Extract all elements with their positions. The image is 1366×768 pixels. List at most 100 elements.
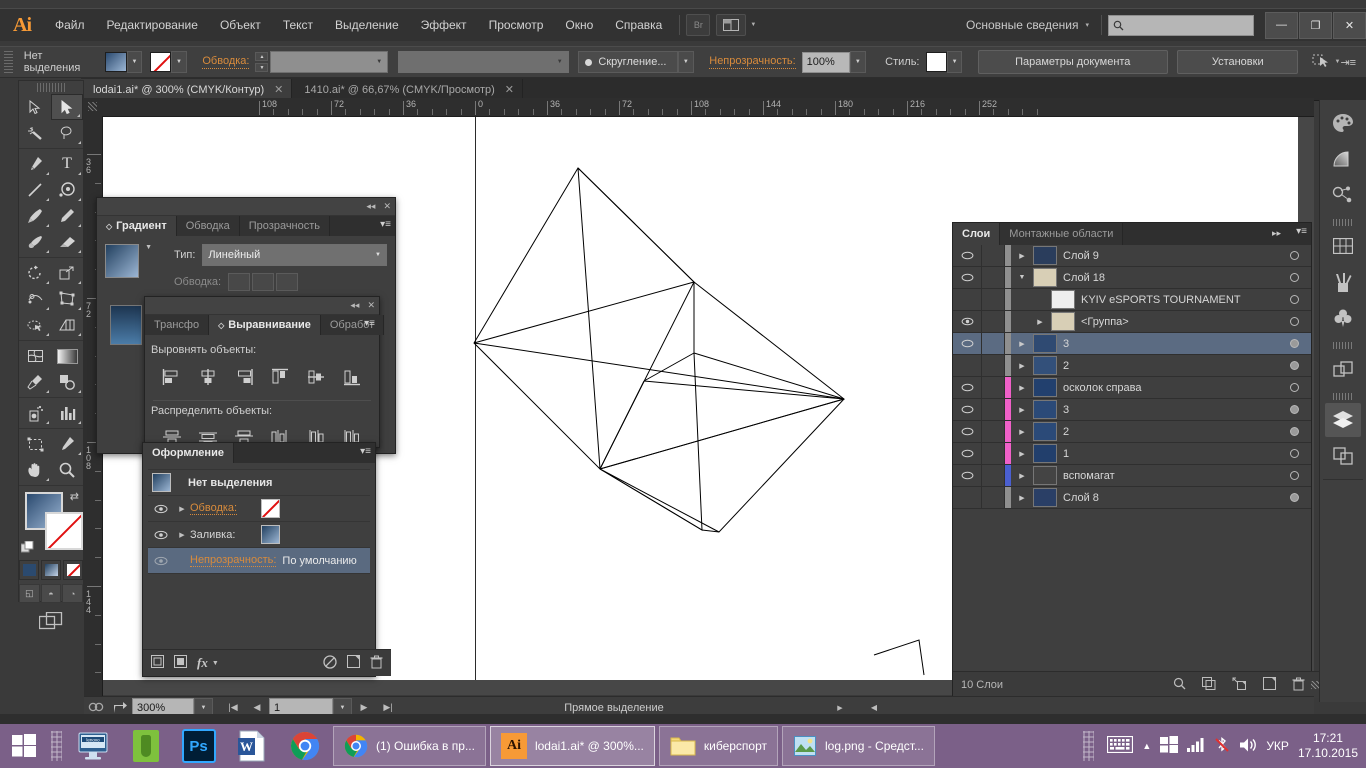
menu-item-edit[interactable]: Редактирование bbox=[96, 9, 209, 41]
ruler-origin-corner[interactable] bbox=[84, 98, 102, 116]
layer-name[interactable]: 2 bbox=[1063, 360, 1277, 372]
start-button[interactable] bbox=[0, 724, 47, 768]
layer-lock-toggle[interactable] bbox=[982, 333, 1005, 354]
illustrator-task-button[interactable]: Ai lodai1.ai* @ 300%... bbox=[489, 726, 655, 766]
delete-selection-icon[interactable] bbox=[1292, 677, 1305, 694]
resize-grip[interactable] bbox=[1311, 681, 1319, 689]
layer-visibility-icon[interactable] bbox=[953, 443, 982, 464]
layer-lock-toggle[interactable] bbox=[982, 443, 1005, 464]
mesh-tool[interactable] bbox=[19, 343, 51, 369]
layer-target-indicator[interactable] bbox=[1277, 355, 1311, 376]
eraser-tool[interactable] bbox=[51, 229, 83, 255]
workspace-caret-icon[interactable]: ▾ bbox=[1085, 21, 1089, 29]
close-icon[interactable]: ✕ bbox=[274, 83, 283, 96]
menu-item-file[interactable]: Файл bbox=[44, 9, 96, 41]
layer-name[interactable]: KYIV eSPORTS TOURNAMENT bbox=[1081, 294, 1277, 306]
perspective-grid-tool[interactable] bbox=[51, 312, 83, 338]
graphic-style-caret-icon[interactable]: ▼ bbox=[946, 51, 963, 73]
hand-tool[interactable] bbox=[19, 457, 51, 483]
layer-lock-toggle[interactable] bbox=[982, 289, 1005, 310]
clock[interactable]: 17:21 17.10.2015 bbox=[1298, 731, 1358, 761]
layer-row[interactable]: ▶ Слой 8 bbox=[953, 487, 1311, 509]
align-right-edge-button[interactable] bbox=[227, 364, 261, 390]
layer-visibility-icon[interactable] bbox=[953, 377, 982, 398]
layer-target-indicator[interactable] bbox=[1277, 333, 1311, 354]
gradient-across-stroke-icon[interactable] bbox=[276, 273, 299, 291]
fill-swatch[interactable] bbox=[105, 52, 127, 72]
layer-name[interactable]: 3 bbox=[1063, 404, 1277, 416]
layer-expand-triangle-icon[interactable]: ▶ bbox=[1011, 399, 1033, 420]
layer-name[interactable]: осколок справа bbox=[1063, 382, 1277, 394]
fx-caret-icon[interactable]: ▼ bbox=[212, 660, 219, 667]
tab-stroke[interactable]: Обводка bbox=[176, 216, 240, 236]
workspace-switcher-label[interactable]: Основные сведения bbox=[966, 18, 1078, 32]
fill-color-swatch[interactable] bbox=[261, 525, 281, 544]
layer-target-indicator[interactable] bbox=[1277, 399, 1311, 420]
add-new-effect-icon[interactable]: fx bbox=[197, 655, 208, 671]
tab-align[interactable]: ◇ Выравнивание bbox=[209, 315, 321, 335]
gradient-caret-icon[interactable]: ▼ bbox=[145, 244, 152, 251]
layer-target-indicator[interactable] bbox=[1277, 267, 1311, 288]
menu-item-view[interactable]: Просмотр bbox=[478, 9, 555, 41]
stroke-weight-dropdown[interactable]: ▼ bbox=[270, 51, 389, 73]
locate-object-icon[interactable] bbox=[1173, 677, 1186, 693]
visibility-icon[interactable] bbox=[148, 504, 174, 514]
tab-appearance[interactable]: Оформление bbox=[143, 443, 234, 463]
collapse-icon[interactable]: ◂◂ bbox=[366, 201, 375, 212]
chrome-icon[interactable] bbox=[278, 724, 331, 768]
swatches-icon[interactable] bbox=[1325, 229, 1361, 263]
layer-expand-triangle-icon[interactable] bbox=[1029, 289, 1051, 310]
layer-expand-triangle-icon[interactable]: ▶ bbox=[1011, 421, 1033, 442]
layer-row[interactable]: ▶ вспомагат bbox=[953, 465, 1311, 487]
layer-expand-triangle-icon[interactable]: ▼ bbox=[1011, 267, 1033, 288]
layer-expand-triangle-icon[interactable]: ▶ bbox=[1011, 443, 1033, 464]
bluetooth-off-icon[interactable] bbox=[1214, 736, 1230, 756]
eyedropper-tool[interactable] bbox=[19, 369, 51, 395]
bridge-icon[interactable]: Br bbox=[686, 14, 711, 36]
create-new-sublayer-icon[interactable] bbox=[1232, 677, 1247, 693]
layer-lock-toggle[interactable] bbox=[982, 465, 1005, 486]
layer-name[interactable]: Слой 18 bbox=[1063, 272, 1277, 284]
symbol-sprayer-tool[interactable] bbox=[19, 400, 51, 426]
stroke-weight-label[interactable]: Обводка: bbox=[202, 55, 250, 69]
color-button[interactable] bbox=[19, 560, 39, 580]
tab-transparency[interactable]: Прозрачность bbox=[239, 216, 331, 236]
layer-expand-triangle-icon[interactable]: ▶ bbox=[1011, 333, 1033, 354]
layer-name[interactable]: 3 bbox=[1063, 338, 1277, 350]
layer-lock-toggle[interactable] bbox=[982, 311, 1005, 332]
appearance-row-opacity[interactable]: Непрозрачность: По умолчанию bbox=[148, 548, 370, 574]
photo-viewer-task-button[interactable]: log.png - Средст... bbox=[782, 726, 935, 766]
tab-artboards[interactable]: Монтажные области bbox=[1000, 223, 1124, 245]
layer-name[interactable]: <Группа> bbox=[1081, 316, 1277, 328]
stroke-swatch-caret-icon[interactable]: ▼ bbox=[171, 51, 187, 73]
swap-fill-stroke-icon[interactable]: ⇄ bbox=[70, 490, 79, 503]
magic-wand-tool[interactable] bbox=[19, 120, 51, 146]
layer-expand-triangle-icon[interactable]: ▶ bbox=[1011, 465, 1033, 486]
column-graph-tool[interactable] bbox=[51, 400, 83, 426]
layer-visibility-icon[interactable] bbox=[953, 289, 982, 310]
layer-target-indicator[interactable] bbox=[1277, 245, 1311, 266]
layer-row[interactable]: ▶ 1 bbox=[953, 443, 1311, 465]
fill-attribute-label[interactable]: Заливка: bbox=[190, 529, 235, 541]
layer-target-indicator[interactable] bbox=[1277, 289, 1311, 310]
layer-row[interactable]: ▶ осколок справа bbox=[953, 377, 1311, 399]
keyboard-icon[interactable] bbox=[1107, 735, 1134, 756]
gradient-within-stroke-icon[interactable] bbox=[228, 273, 251, 291]
shape-builder-tool[interactable] bbox=[19, 312, 51, 338]
expand-triangle-icon[interactable]: ▶ bbox=[174, 505, 190, 513]
photoshop-icon[interactable]: Ps bbox=[172, 724, 225, 768]
layer-visibility-icon[interactable] bbox=[953, 333, 982, 354]
layer-name[interactable]: Слой 9 bbox=[1063, 250, 1277, 262]
tray-grip[interactable] bbox=[1083, 731, 1095, 761]
layer-visibility-icon[interactable] bbox=[953, 487, 982, 508]
panel-menu-icon[interactable]: ▾≡ bbox=[1296, 226, 1307, 237]
blob-brush-tool[interactable] bbox=[19, 229, 51, 255]
layer-target-indicator[interactable] bbox=[1277, 487, 1311, 508]
gradient-panel-titlebar[interactable]: ◂◂ ✕ bbox=[97, 198, 395, 216]
stroke-attribute-label[interactable]: Обводка: bbox=[190, 502, 238, 515]
layer-row[interactable]: ▶ 2 bbox=[953, 421, 1311, 443]
stroke-swatch[interactable] bbox=[149, 52, 172, 72]
color-icon[interactable] bbox=[1325, 106, 1361, 140]
symbols-icon[interactable] bbox=[1325, 178, 1361, 212]
tab-transform[interactable]: Трансфо bbox=[145, 315, 210, 335]
